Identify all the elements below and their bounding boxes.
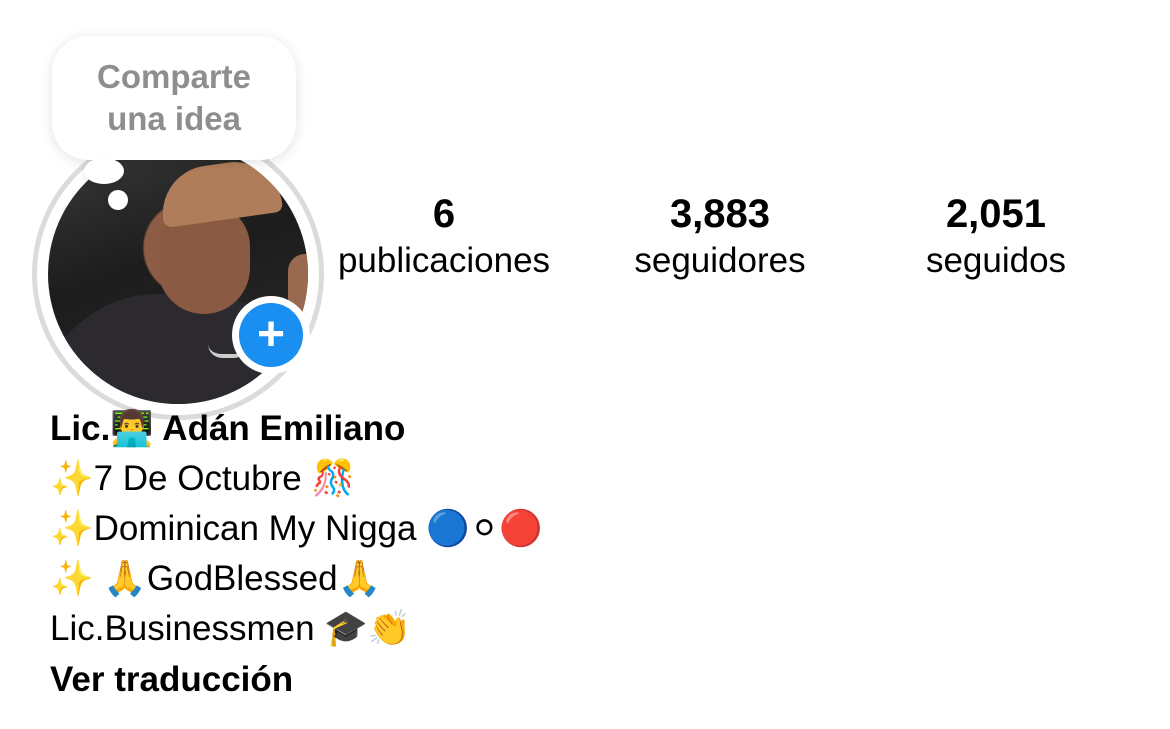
bio-line: Lic.Businessmen 🎓👏 <box>50 609 412 648</box>
following-count[interactable]: 2,051 seguidos <box>880 190 1112 284</box>
profile-name: Lic.👨‍💻 Adán Emiliano <box>50 409 406 448</box>
note-bubble-tail <box>84 158 124 184</box>
note-bubble[interactable]: Comparte una idea <box>52 36 296 160</box>
see-translation-link[interactable]: Ver traducción <box>50 654 1130 706</box>
posts-value: 6 <box>432 192 456 236</box>
following-label: seguidos <box>925 241 1067 280</box>
followers-value: 3,883 <box>669 192 771 236</box>
bio-line: ✨Dominican My Nigga 🔵⚪🔴 <box>50 509 543 548</box>
posts-count[interactable]: 6 publicaciones <box>318 190 570 284</box>
followers-count[interactable]: 3,883 seguidores <box>600 190 840 284</box>
bio-line: ✨ 🙏GodBlessed🙏 <box>50 559 382 598</box>
note-bubble-tail-dot <box>108 190 128 210</box>
note-bubble-text: Comparte una idea <box>96 58 252 137</box>
followers-label: seguidores <box>634 241 806 280</box>
posts-label: publicaciones <box>337 241 551 280</box>
profile-bio: Lic.👨‍💻 Adán Emiliano ✨7 De Octubre 🎊 ✨D… <box>50 404 1130 706</box>
add-story-button[interactable]: + <box>232 296 310 374</box>
bio-line: ✨7 De Octubre 🎊 <box>50 459 356 498</box>
plus-icon: + <box>239 303 303 367</box>
following-value: 2,051 <box>945 192 1047 236</box>
